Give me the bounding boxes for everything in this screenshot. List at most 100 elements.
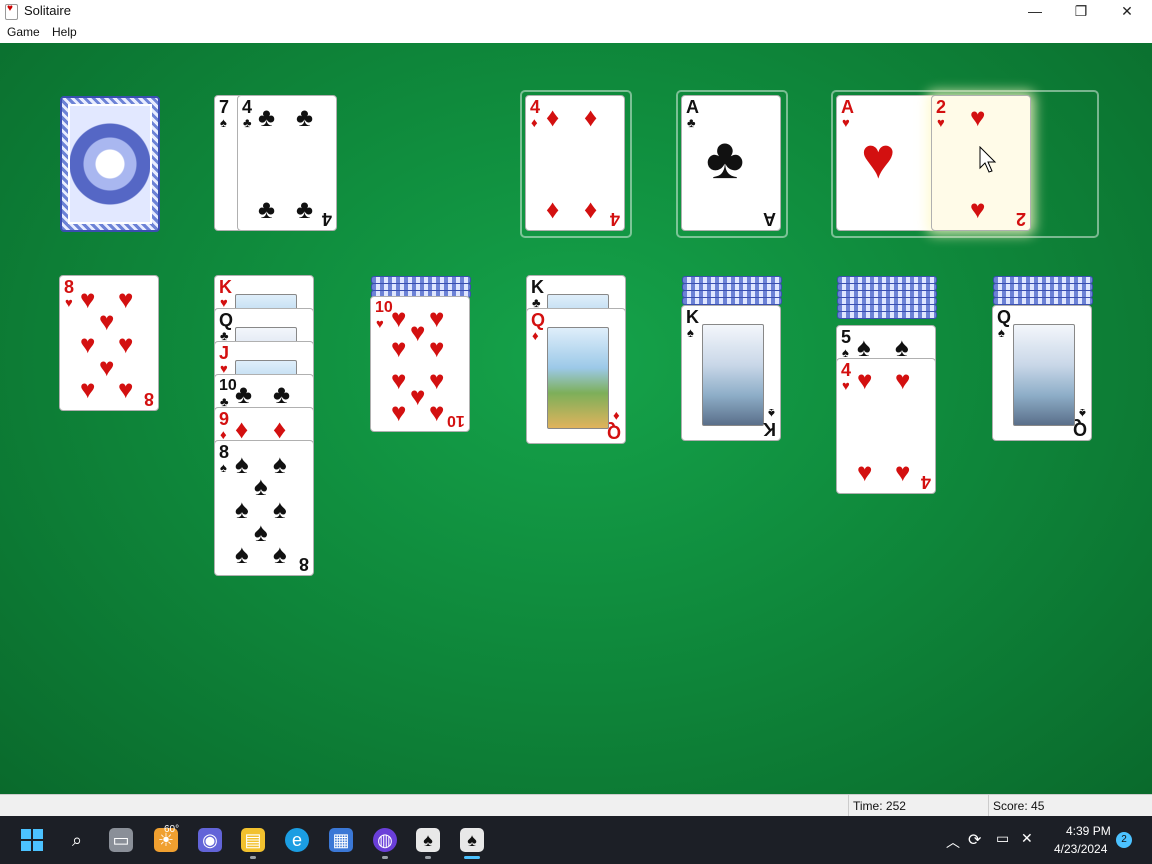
facedown-card — [837, 311, 937, 319]
volume-muted-icon[interactable]: ✕ — [1021, 830, 1033, 847]
search-icon: ⌕ — [71, 830, 83, 850]
heart-icon: ♥ — [391, 365, 407, 395]
tableau-1-8-hearts[interactable]: 8 ♥ ♥ ♥ ♥ ♥ ♥ ♥ ♥ ♥ 8 — [59, 275, 159, 411]
diamond-icon: ♦ — [273, 414, 287, 444]
clock-date[interactable]: 4/23/2024 — [1054, 842, 1107, 856]
show-hidden-icons-chevron-icon[interactable]: ︿ — [946, 832, 960, 852]
spade-icon: ♠ — [857, 332, 871, 362]
chat-icon: ◉ — [202, 830, 218, 850]
menu-help[interactable]: Help — [52, 25, 77, 39]
tableau-2-8-spades[interactable]: 8 ♠ ♠ ♠ ♠ ♠ ♠ ♠ ♠ ♠ 8 — [214, 440, 314, 576]
spade-icon: ♠ — [220, 115, 227, 130]
heart-icon: ♥ — [410, 381, 426, 411]
tableau-6-4-hearts[interactable]: 4 ♥ ♥ ♥ ♥ ♥ 4 — [836, 358, 936, 494]
restore-button[interactable]: ❐ — [1058, 0, 1104, 22]
close-button[interactable]: ✕ — [1104, 0, 1150, 22]
card-rank: K — [531, 277, 544, 297]
facedown-card — [993, 297, 1093, 305]
spade-icon: ♠ — [273, 449, 287, 479]
club-icon: ♣ — [687, 115, 696, 130]
diamond-icon: ♦ — [584, 102, 598, 132]
store-button[interactable]: ▦ — [329, 828, 353, 852]
edge-icon: e — [291, 830, 302, 850]
club-icon: ♣ — [296, 102, 314, 132]
diamond-icon: ♦ — [546, 102, 560, 132]
card-rank: Q — [1072, 419, 1087, 439]
facedown-card — [682, 297, 782, 305]
card-rank: 9 — [219, 409, 230, 429]
solitaire-app-icon — [5, 3, 18, 20]
edge-browser-button[interactable]: e — [285, 828, 309, 852]
card-rank: A — [763, 209, 776, 229]
network-icon[interactable]: ▭ — [996, 830, 1009, 847]
menu-game[interactable]: Game — [7, 25, 40, 39]
heart-icon: ♥ — [80, 284, 96, 314]
notification-badge[interactable]: 2 — [1116, 832, 1132, 848]
spade-icon: ♠ — [687, 325, 694, 340]
playing-card-icon: ♠ — [423, 830, 433, 850]
heart-icon: ♥ — [118, 329, 134, 359]
spade-icon: ♠ — [254, 471, 268, 501]
card-rank: 4 — [242, 97, 253, 117]
waste-card-4-clubs[interactable]: 4 ♣ ♣ ♣ ♣ ♣ 4 — [237, 95, 337, 231]
tableau-5-king-spades[interactable]: K ♠ K ♠ — [681, 305, 781, 441]
card-rank: Q — [219, 310, 234, 330]
tableau-7-queen-spades[interactable]: Q ♠ Q ♠ — [992, 305, 1092, 441]
card-rank: Q — [606, 422, 621, 442]
card-rank: Q — [531, 310, 546, 330]
heart-icon: ♥ — [80, 374, 96, 404]
foundation-1-4-diamonds[interactable]: 4 ♦ ♦ ♦ ♦ ♦ 4 — [525, 95, 625, 231]
card-rank: 4 — [530, 97, 541, 117]
start-button[interactable] — [20, 828, 44, 852]
teams-chat-button[interactable]: ◉ — [198, 828, 222, 852]
file-explorer-button[interactable]: ▤ — [241, 828, 265, 852]
game-table: 7 ♠ 4 ♣ ♣ ♣ ♣ ♣ 4 4 ♦ ♦ ♦ ♦ ♦ 4 A ♣ ♣ A … — [0, 43, 1152, 794]
heart-icon: ♥ — [80, 329, 96, 359]
restore-icon: ❐ — [1074, 3, 1088, 19]
foundation-3-ace-hearts[interactable]: A ♥ ♥ — [836, 95, 936, 231]
heart-icon: ♥ — [429, 333, 445, 363]
heart-icon: ♥ — [391, 303, 407, 333]
heart-icon: ♥ — [970, 194, 986, 224]
club-icon: ♣ — [235, 379, 253, 409]
stock-pile[interactable] — [60, 96, 160, 232]
club-icon: ♣ — [258, 194, 276, 224]
weather-temp: 60° — [164, 824, 180, 835]
heart-icon: ♥ — [376, 316, 384, 331]
card-rank: 2 — [936, 97, 947, 117]
card-rank: 10 — [447, 412, 465, 429]
heart-icon: ♥ — [842, 378, 850, 393]
spade-icon: ♠ — [254, 517, 268, 547]
tableau-4-queen-diamonds[interactable]: Q ♦ Q ♦ — [526, 308, 626, 444]
window-title: Solitaire — [24, 3, 71, 18]
spade-icon: ♠ — [235, 539, 249, 569]
close-icon: ✕ — [1121, 3, 1133, 19]
minimize-button[interactable]: — — [1012, 0, 1058, 22]
card-rank: 2 — [1015, 209, 1026, 229]
clock-time[interactable]: 4:39 PM — [1066, 824, 1111, 838]
heart-icon: ♥ — [391, 333, 407, 363]
spade-icon: ♠ — [1079, 406, 1086, 421]
score-display: Score: 45 — [988, 795, 1152, 817]
sync-icon[interactable]: ⟳ — [968, 830, 981, 850]
solitaire-taskbar-button-1[interactable]: ♠ — [416, 828, 440, 852]
solitaire-taskbar-button-2[interactable]: ♠ — [460, 828, 484, 852]
tableau-3-10-hearts[interactable]: 10 ♥ ♥ ♥ ♥ ♥ ♥ ♥ ♥ ♥ ♥ ♥ 10 — [370, 296, 470, 432]
diamond-icon: ♦ — [235, 414, 249, 444]
card-rank: 8 — [64, 277, 75, 297]
firefox-button[interactable]: ◍ — [373, 828, 397, 852]
foundation-2-ace-clubs[interactable]: A ♣ ♣ A — [681, 95, 781, 231]
spade-icon: ♠ — [220, 460, 227, 475]
heart-icon: ♥ — [99, 352, 115, 382]
card-rank: 7 — [219, 97, 230, 117]
heart-icon: ♥ — [410, 317, 426, 347]
task-view-button[interactable]: ▭ — [109, 828, 133, 852]
search-button[interactable]: ⌕ — [65, 828, 89, 852]
active-indicator — [464, 856, 480, 859]
card-rank: K — [219, 277, 232, 297]
heart-icon: ♥ — [842, 115, 850, 130]
card-rank: 8 — [298, 554, 309, 574]
card-rank: J — [219, 343, 230, 363]
heart-icon: ♥ — [391, 397, 407, 427]
diamond-icon: ♦ — [613, 409, 620, 424]
